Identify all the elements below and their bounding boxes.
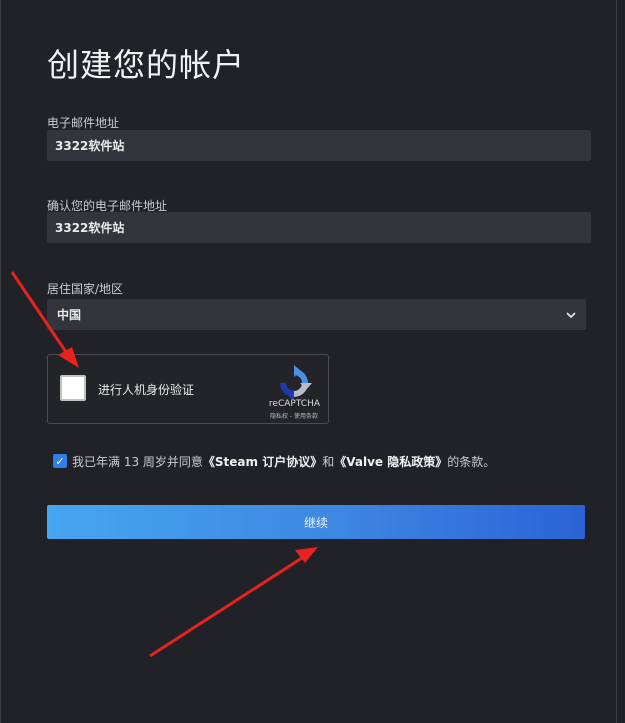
red-arrow-icon [10, 271, 318, 658]
